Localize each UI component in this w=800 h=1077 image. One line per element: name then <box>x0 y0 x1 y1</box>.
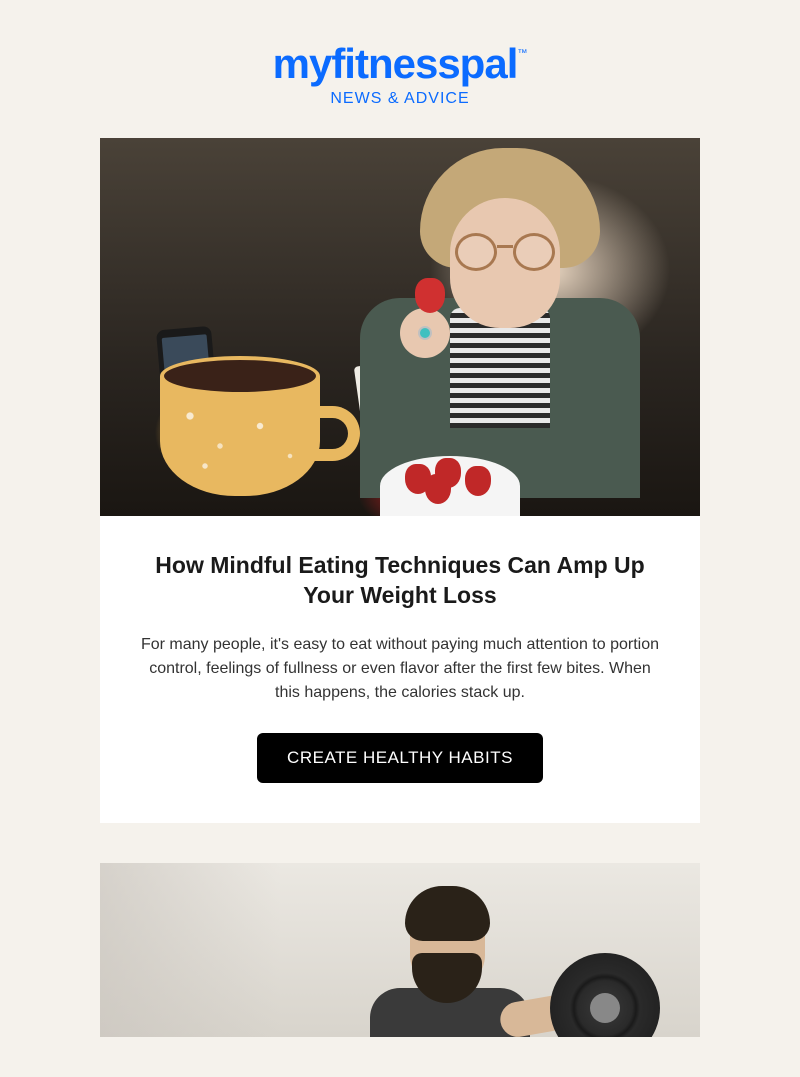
cta-button[interactable]: CREATE HEALTHY HABITS <box>257 733 543 783</box>
article-hero-image[interactable] <box>100 863 700 1037</box>
article-content: How Mindful Eating Techniques Can Amp Up… <box>100 516 700 823</box>
article-card: How Mindful Eating Techniques Can Amp Up… <box>100 138 700 823</box>
article-body: For many people, it's easy to eat withou… <box>130 633 670 705</box>
brand-logo[interactable]: myfitnesspal™ <box>273 40 528 88</box>
trademark-symbol: ™ <box>517 48 527 59</box>
header: myfitnesspal™ NEWS & ADVICE <box>100 0 700 138</box>
email-container: myfitnesspal™ NEWS & ADVICE How Mindful … <box>80 0 720 1037</box>
article-hero-image[interactable] <box>100 138 700 516</box>
brand-tagline: NEWS & ADVICE <box>100 90 700 108</box>
article-title: How Mindful Eating Techniques Can Amp Up… <box>130 551 670 611</box>
brand-name: myfitnesspal <box>273 40 518 87</box>
article-card <box>100 863 700 1037</box>
